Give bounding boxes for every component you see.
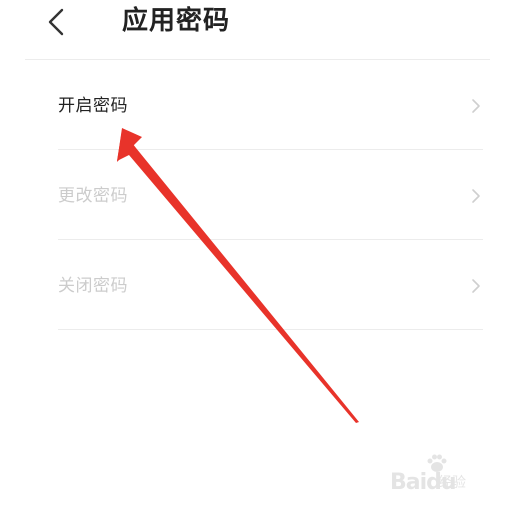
watermark-sub: 经验 bbox=[438, 475, 466, 491]
chevron-right-icon bbox=[472, 279, 480, 293]
menu-item-enable-password[interactable]: 开启密码 bbox=[58, 60, 483, 150]
row-divider bbox=[58, 329, 483, 330]
chevron-left-icon bbox=[48, 8, 64, 36]
chevron-right-icon bbox=[472, 189, 480, 203]
back-button[interactable] bbox=[38, 4, 78, 40]
menu-item-close-password[interactable]: 关闭密码 bbox=[58, 240, 483, 330]
menu-item-label: 关闭密码 bbox=[58, 276, 128, 296]
baidu-watermark: Baidu 经验 bbox=[390, 453, 485, 495]
menu-item-label: 开启密码 bbox=[58, 96, 128, 116]
header-bar: 应用密码 bbox=[0, 0, 515, 60]
chevron-right-icon bbox=[472, 99, 480, 113]
menu-item-label: 更改密码 bbox=[58, 186, 128, 206]
menu-item-change-password[interactable]: 更改密码 bbox=[58, 150, 483, 240]
page-title: 应用密码 bbox=[122, 6, 231, 36]
